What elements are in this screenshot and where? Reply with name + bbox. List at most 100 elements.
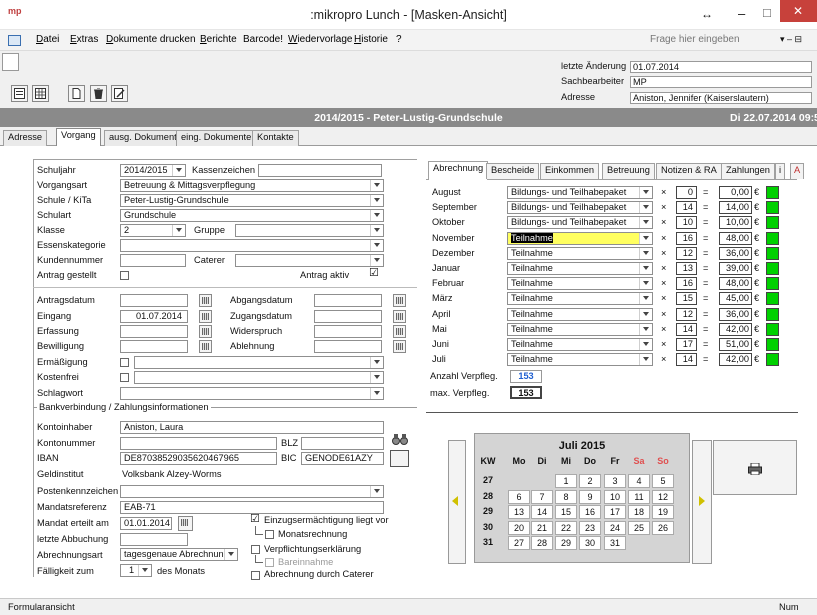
billing-count[interactable]: 12 xyxy=(676,307,697,321)
billing-count[interactable]: 14 xyxy=(676,353,697,367)
chevron-down-icon[interactable] xyxy=(639,323,652,335)
billing-type-select[interactable]: Bildungs- und Teilhabepaket xyxy=(507,201,653,215)
record-selector[interactable] xyxy=(2,53,19,71)
form-view-button[interactable] xyxy=(11,85,28,102)
abrechnungsart-select[interactable]: tagesgenaue Abrechnung xyxy=(120,548,238,561)
antrag-aktiv-checkbox[interactable]: ☑ xyxy=(369,268,379,279)
billing-count[interactable]: 16 xyxy=(676,277,697,291)
billing-type-select[interactable]: Bildungs- und Teilhabepaket xyxy=(507,216,653,230)
chevron-down-icon[interactable] xyxy=(639,187,652,198)
bank-lookup-button[interactable] xyxy=(390,450,409,467)
chevron-down-icon[interactable] xyxy=(639,232,652,244)
menu-dokumente-drucken[interactable]: Dokumente drucken xyxy=(106,34,196,45)
chevron-down-icon[interactable] xyxy=(370,255,383,266)
calendar-day[interactable]: 24 xyxy=(604,520,626,535)
billing-type-select[interactable]: Teilnahme xyxy=(507,353,653,367)
ablehnung-input[interactable] xyxy=(314,340,382,353)
menu-help[interactable]: ? xyxy=(396,34,402,45)
calendar-day[interactable]: 9 xyxy=(579,489,601,504)
caterer-abrechnung-checkbox[interactable] xyxy=(251,571,260,580)
calendar-day[interactable]: 31 xyxy=(604,536,626,550)
caterer-select[interactable] xyxy=(235,254,384,267)
chevron-down-icon[interactable] xyxy=(370,180,383,191)
resize-icon[interactable]: ↔ xyxy=(701,7,713,21)
chevron-down-icon[interactable] xyxy=(370,388,383,399)
tab-bescheide[interactable]: Bescheide xyxy=(486,163,540,179)
edit-note-button[interactable] xyxy=(111,85,128,102)
calendar-day[interactable]: 27 xyxy=(508,536,530,550)
calendar-icon[interactable] xyxy=(199,310,212,323)
calendar-day[interactable]: 7 xyxy=(531,489,553,504)
billing-count[interactable]: 0 xyxy=(676,186,697,199)
chevron-down-icon[interactable] xyxy=(370,357,383,368)
chevron-down-icon[interactable] xyxy=(370,372,383,383)
billing-type-select[interactable]: Teilnahme xyxy=(507,307,653,321)
monatsrechnung-checkbox[interactable] xyxy=(265,530,274,539)
billing-count[interactable]: 12 xyxy=(676,246,697,260)
kundennummer-input[interactable] xyxy=(120,254,186,267)
menu-datei[interactable]: Datei xyxy=(36,34,59,45)
billing-count[interactable]: 15 xyxy=(676,292,697,306)
tab-adresse[interactable]: Adresse xyxy=(3,130,48,146)
calendar-day[interactable]: 20 xyxy=(508,520,530,535)
calendar-day[interactable]: 25 xyxy=(628,520,650,535)
bewilligung-input[interactable] xyxy=(120,340,188,353)
calendar-day[interactable]: 6 xyxy=(508,489,530,504)
schule-select[interactable]: Peter-Lustig-Grundschule xyxy=(120,194,384,207)
tab-abrechnung[interactable]: Abrechnung xyxy=(428,161,489,180)
calendar-day[interactable]: 1 xyxy=(555,474,577,488)
printer-icon[interactable] xyxy=(748,462,762,478)
widerspruch-input[interactable] xyxy=(314,325,382,338)
calendar-day[interactable]: 11 xyxy=(628,489,650,504)
calendar-day[interactable]: 17 xyxy=(604,505,626,519)
calendar-day[interactable]: 13 xyxy=(508,505,530,519)
chevron-down-icon[interactable] xyxy=(639,308,652,320)
chevron-down-icon[interactable] xyxy=(370,195,383,206)
kostenfrei-select[interactable] xyxy=(134,371,384,384)
billing-type-select[interactable]: Teilnahme xyxy=(507,262,653,275)
bareinnahme-checkbox[interactable] xyxy=(265,558,274,567)
help-search-input[interactable]: Frage hier eingeben xyxy=(650,34,740,45)
chevron-down-icon[interactable] xyxy=(639,263,652,274)
mandat-input[interactable]: 01.01.2014 xyxy=(120,517,172,530)
antragsdatum-input[interactable] xyxy=(120,294,188,307)
minimize-icon[interactable]: – xyxy=(738,6,745,21)
zugangsdatum-input[interactable] xyxy=(314,310,382,323)
calendar-day[interactable]: 10 xyxy=(604,489,626,504)
chevron-down-icon[interactable] xyxy=(370,210,383,221)
calendar-day[interactable]: 15 xyxy=(555,505,577,519)
menu-wiedervorlage[interactable]: Wiedervorlage xyxy=(288,34,353,45)
billing-type-select[interactable]: Teilnahme xyxy=(507,231,653,245)
iban-input[interactable]: DE87038529035620467965 xyxy=(120,452,277,465)
calendar-icon[interactable] xyxy=(199,294,212,307)
calendar-icon[interactable] xyxy=(393,325,406,338)
tab-kontakte[interactable]: Kontakte xyxy=(252,130,299,146)
tab-zahlungen[interactable]: Zahlungen xyxy=(721,163,775,179)
calendar-day[interactable]: 2 xyxy=(579,474,601,488)
billing-count[interactable]: 13 xyxy=(676,262,697,275)
calendar-day[interactable]: 23 xyxy=(579,520,601,535)
chevron-down-icon[interactable] xyxy=(172,165,185,176)
calendar-icon[interactable] xyxy=(393,294,406,307)
binoculars-icon[interactable] xyxy=(392,432,408,446)
billing-count[interactable]: 16 xyxy=(676,231,697,245)
gruppe-select[interactable] xyxy=(235,224,384,237)
calendar-day[interactable]: 5 xyxy=(652,474,674,488)
chevron-down-icon[interactable] xyxy=(370,486,383,497)
tab-vorgang[interactable]: Vorgang xyxy=(56,128,101,147)
letzte-abbuchung-input[interactable] xyxy=(120,533,188,546)
erfassung-input[interactable] xyxy=(120,325,188,338)
billing-type-select[interactable]: Teilnahme xyxy=(507,322,653,336)
essenskategorie-select[interactable] xyxy=(120,239,384,252)
kassenzeichen-input[interactable] xyxy=(258,164,382,177)
calendar-day[interactable]: 3 xyxy=(604,474,626,488)
chevron-down-icon[interactable] xyxy=(639,202,652,214)
new-document-button[interactable] xyxy=(68,85,85,102)
schulart-select[interactable]: Grundschule xyxy=(120,209,384,222)
prev-arrow-icon[interactable] xyxy=(452,496,458,506)
schuljahr-select[interactable]: 2014/2015 xyxy=(120,164,186,177)
bic-input[interactable]: GENODE61AZY xyxy=(301,452,384,465)
tab-einkommen[interactable]: Einkommen xyxy=(540,163,600,179)
menu-extras[interactable]: Extras xyxy=(70,34,98,45)
menu-berichte[interactable]: Berichte xyxy=(200,34,237,45)
